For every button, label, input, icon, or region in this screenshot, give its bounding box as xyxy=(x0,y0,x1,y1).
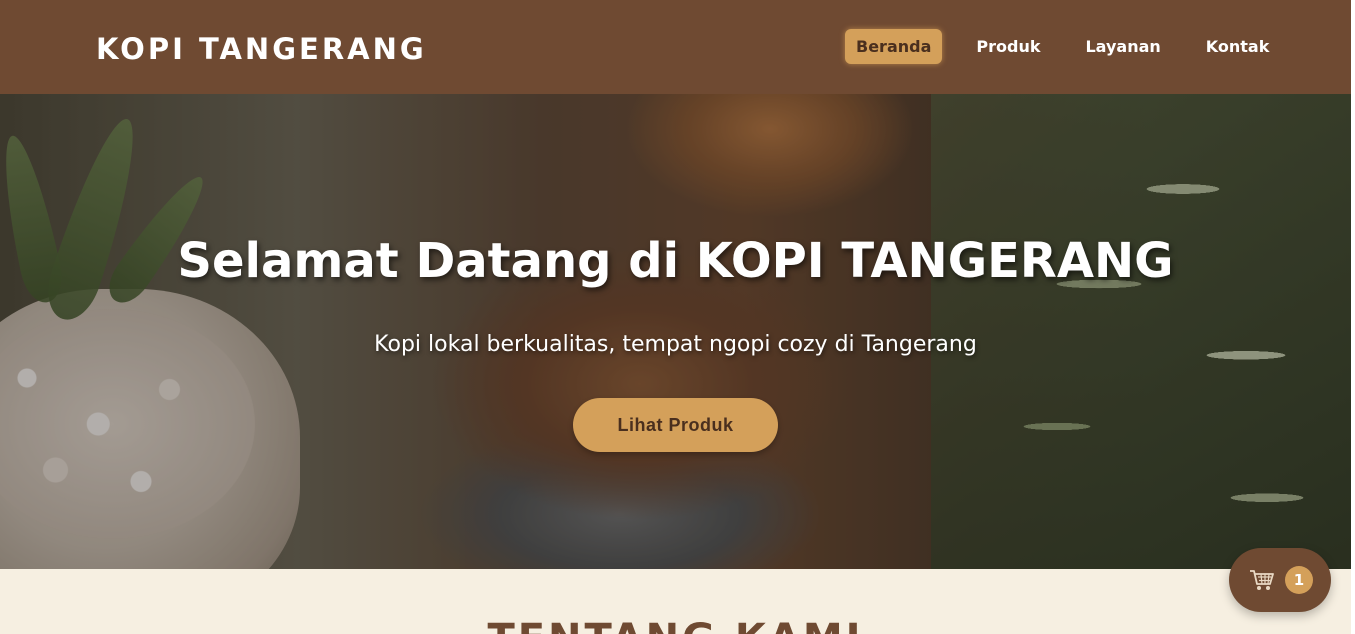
about-title: TENTANG KAMI xyxy=(0,619,1351,634)
page-scrollbar[interactable] xyxy=(1351,0,1355,634)
shopping-cart-icon xyxy=(1250,570,1274,590)
cart-button[interactable]: 1 xyxy=(1229,548,1331,612)
nav-link-beranda[interactable]: Beranda xyxy=(845,29,943,64)
nav-link-layanan[interactable]: Layanan xyxy=(1074,29,1171,64)
nav-link-kontak[interactable]: Kontak xyxy=(1195,29,1281,64)
hero-title: Selamat Datang di KOPI TANGERANG xyxy=(177,233,1174,289)
site-logo[interactable]: KOPI TANGERANG xyxy=(96,31,427,67)
nav-link-produk[interactable]: Produk xyxy=(965,29,1051,64)
cart-count-badge: 1 xyxy=(1285,566,1313,594)
main-nav: Beranda Produk Layanan Kontak xyxy=(845,29,1280,64)
navbar: KOPI TANGERANG Beranda Produk Layanan Ko… xyxy=(0,0,1351,94)
about-section: TENTANG KAMI xyxy=(0,569,1351,634)
hero-subtitle: Kopi lokal berkualitas, tempat ngopi coz… xyxy=(374,332,977,357)
hero-section: Selamat Datang di KOPI TANGERANG Kopi lo… xyxy=(0,94,1351,569)
view-products-button[interactable]: Lihat Produk xyxy=(573,398,778,452)
